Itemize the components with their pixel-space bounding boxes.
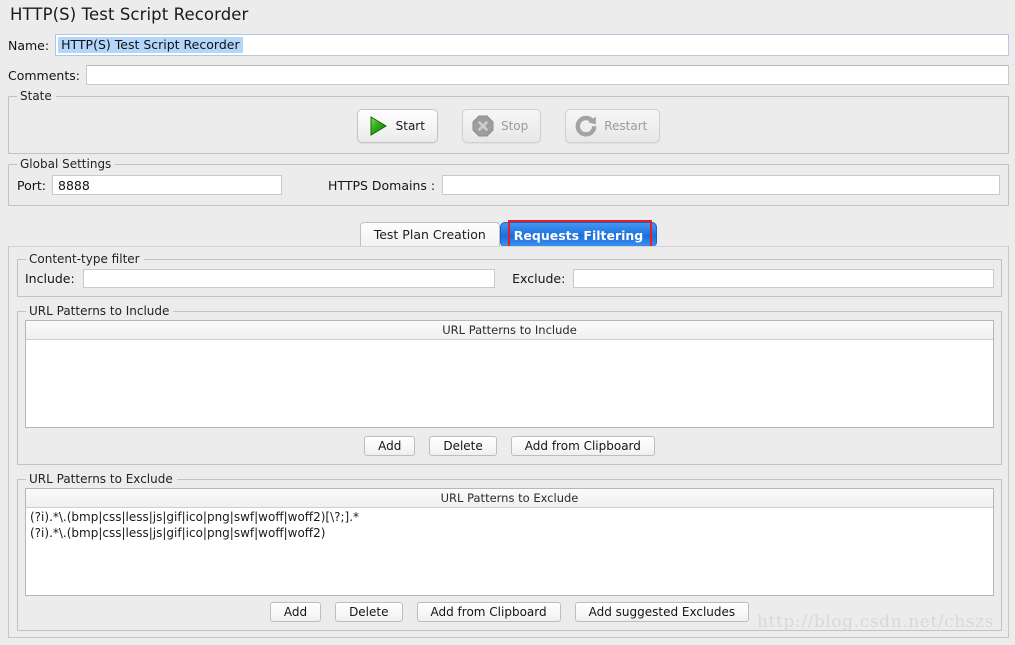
recorder-panel: HTTP(S) Test Script Recorder Name: HTTP(…	[0, 0, 1015, 645]
name-row: Name: HTTP(S) Test Script Recorder	[8, 33, 1009, 57]
global-settings-row: Port: 8888 HTTPS Domains :	[17, 175, 1000, 195]
restart-arrow-icon	[574, 114, 598, 138]
url-include-add-button[interactable]: Add	[364, 436, 416, 456]
name-label: Name:	[8, 37, 50, 53]
state-buttons: Start Stop Restart	[9, 109, 1008, 143]
content-type-exclude-label: Exclude:	[512, 271, 566, 286]
url-exclude-column-header: URL Patterns to Exclude	[26, 489, 993, 508]
state-group: State Start Stop Restart	[8, 89, 1009, 154]
restart-button-label: Restart	[604, 119, 648, 133]
tab-test-plan-creation-label: Test Plan Creation	[373, 227, 486, 242]
global-settings-group-title: Global Settings	[17, 157, 116, 171]
url-include-add-from-clipboard-button[interactable]: Add from Clipboard	[510, 436, 655, 456]
stop-octagon-icon	[471, 114, 495, 138]
https-domains-label: HTTPS Domains :	[328, 177, 436, 193]
comments-input[interactable]	[85, 65, 1009, 85]
url-exclude-button-row: Add Delete Add from Clipboard Add suggested…	[18, 602, 1001, 622]
play-icon	[366, 114, 390, 138]
name-input[interactable]: HTTP(S) Test Script Recorder	[55, 34, 1009, 56]
stop-button[interactable]: Stop	[461, 109, 542, 143]
url-exclude-add-button[interactable]: Add	[269, 602, 322, 622]
global-settings-group: Global Settings Port: 8888 HTTPS Domains…	[8, 157, 1009, 206]
port-label: Port:	[17, 177, 46, 193]
content-type-exclude-input[interactable]	[573, 269, 994, 288]
table-row[interactable]: (?i).*\.(bmp|css|less|js|gif|ico|png|swf…	[30, 510, 993, 526]
port-input-value: 8888	[58, 177, 90, 193]
url-exclude-add-from-clipboard-button[interactable]: Add from Clipboard	[416, 602, 561, 622]
content-type-filter-group: Content-type filter Include: Exclude:	[17, 252, 1002, 297]
url-exclude-table[interactable]: URL Patterns to Exclude (?i).*\.(bmp|css…	[25, 488, 994, 596]
url-include-table[interactable]: URL Patterns to Include	[25, 320, 994, 428]
stop-button-label: Stop	[500, 119, 529, 133]
https-domains-input[interactable]	[442, 175, 1000, 195]
content-type-filter-row: Include: Exclude:	[25, 269, 994, 288]
url-include-group: URL Patterns to Include URL Patterns to …	[17, 304, 1002, 465]
comments-row: Comments:	[8, 64, 1009, 86]
tab-requests-filtering[interactable]: Requests Filtering	[499, 222, 658, 247]
url-exclude-group-title: URL Patterns to Exclude	[26, 472, 177, 486]
state-group-title: State	[17, 89, 56, 103]
url-exclude-delete-button[interactable]: Delete	[335, 602, 403, 622]
port-input[interactable]: 8888	[52, 175, 282, 195]
url-include-column-header: URL Patterns to Include	[26, 321, 993, 340]
start-button[interactable]: Start	[356, 109, 438, 143]
tab-test-plan-creation[interactable]: Test Plan Creation	[359, 222, 500, 246]
url-exclude-add-suggested-excludes-button[interactable]: Add suggested Excludes	[574, 602, 750, 622]
content-type-include-input[interactable]	[82, 269, 496, 288]
comments-label: Comments:	[8, 67, 80, 83]
content-type-include-label: Include:	[25, 271, 75, 286]
page-title: HTTP(S) Test Script Recorder	[10, 5, 249, 24]
restart-button[interactable]: Restart	[565, 109, 661, 143]
url-exclude-rows: (?i).*\.(bmp|css|less|js|gif|ico|png|swf…	[26, 508, 993, 541]
start-button-label: Start	[395, 119, 425, 133]
url-exclude-group: URL Patterns to Exclude URL Patterns to …	[17, 472, 1002, 631]
content-type-filter-group-title: Content-type filter	[26, 252, 144, 266]
url-include-button-row: Add Delete Add from Clipboard	[18, 436, 1001, 456]
tab-requests-filtering-label: Requests Filtering	[513, 227, 644, 243]
url-include-rows	[26, 340, 993, 342]
requests-filtering-panel: Content-type filter Include: Exclude: UR…	[8, 246, 1009, 638]
name-input-value: HTTP(S) Test Script Recorder	[58, 36, 243, 54]
url-include-group-title: URL Patterns to Include	[26, 304, 174, 318]
url-include-delete-button[interactable]: Delete	[429, 436, 497, 456]
table-row[interactable]: (?i).*\.(bmp|css|less|js|gif|ico|png|swf…	[30, 526, 993, 542]
